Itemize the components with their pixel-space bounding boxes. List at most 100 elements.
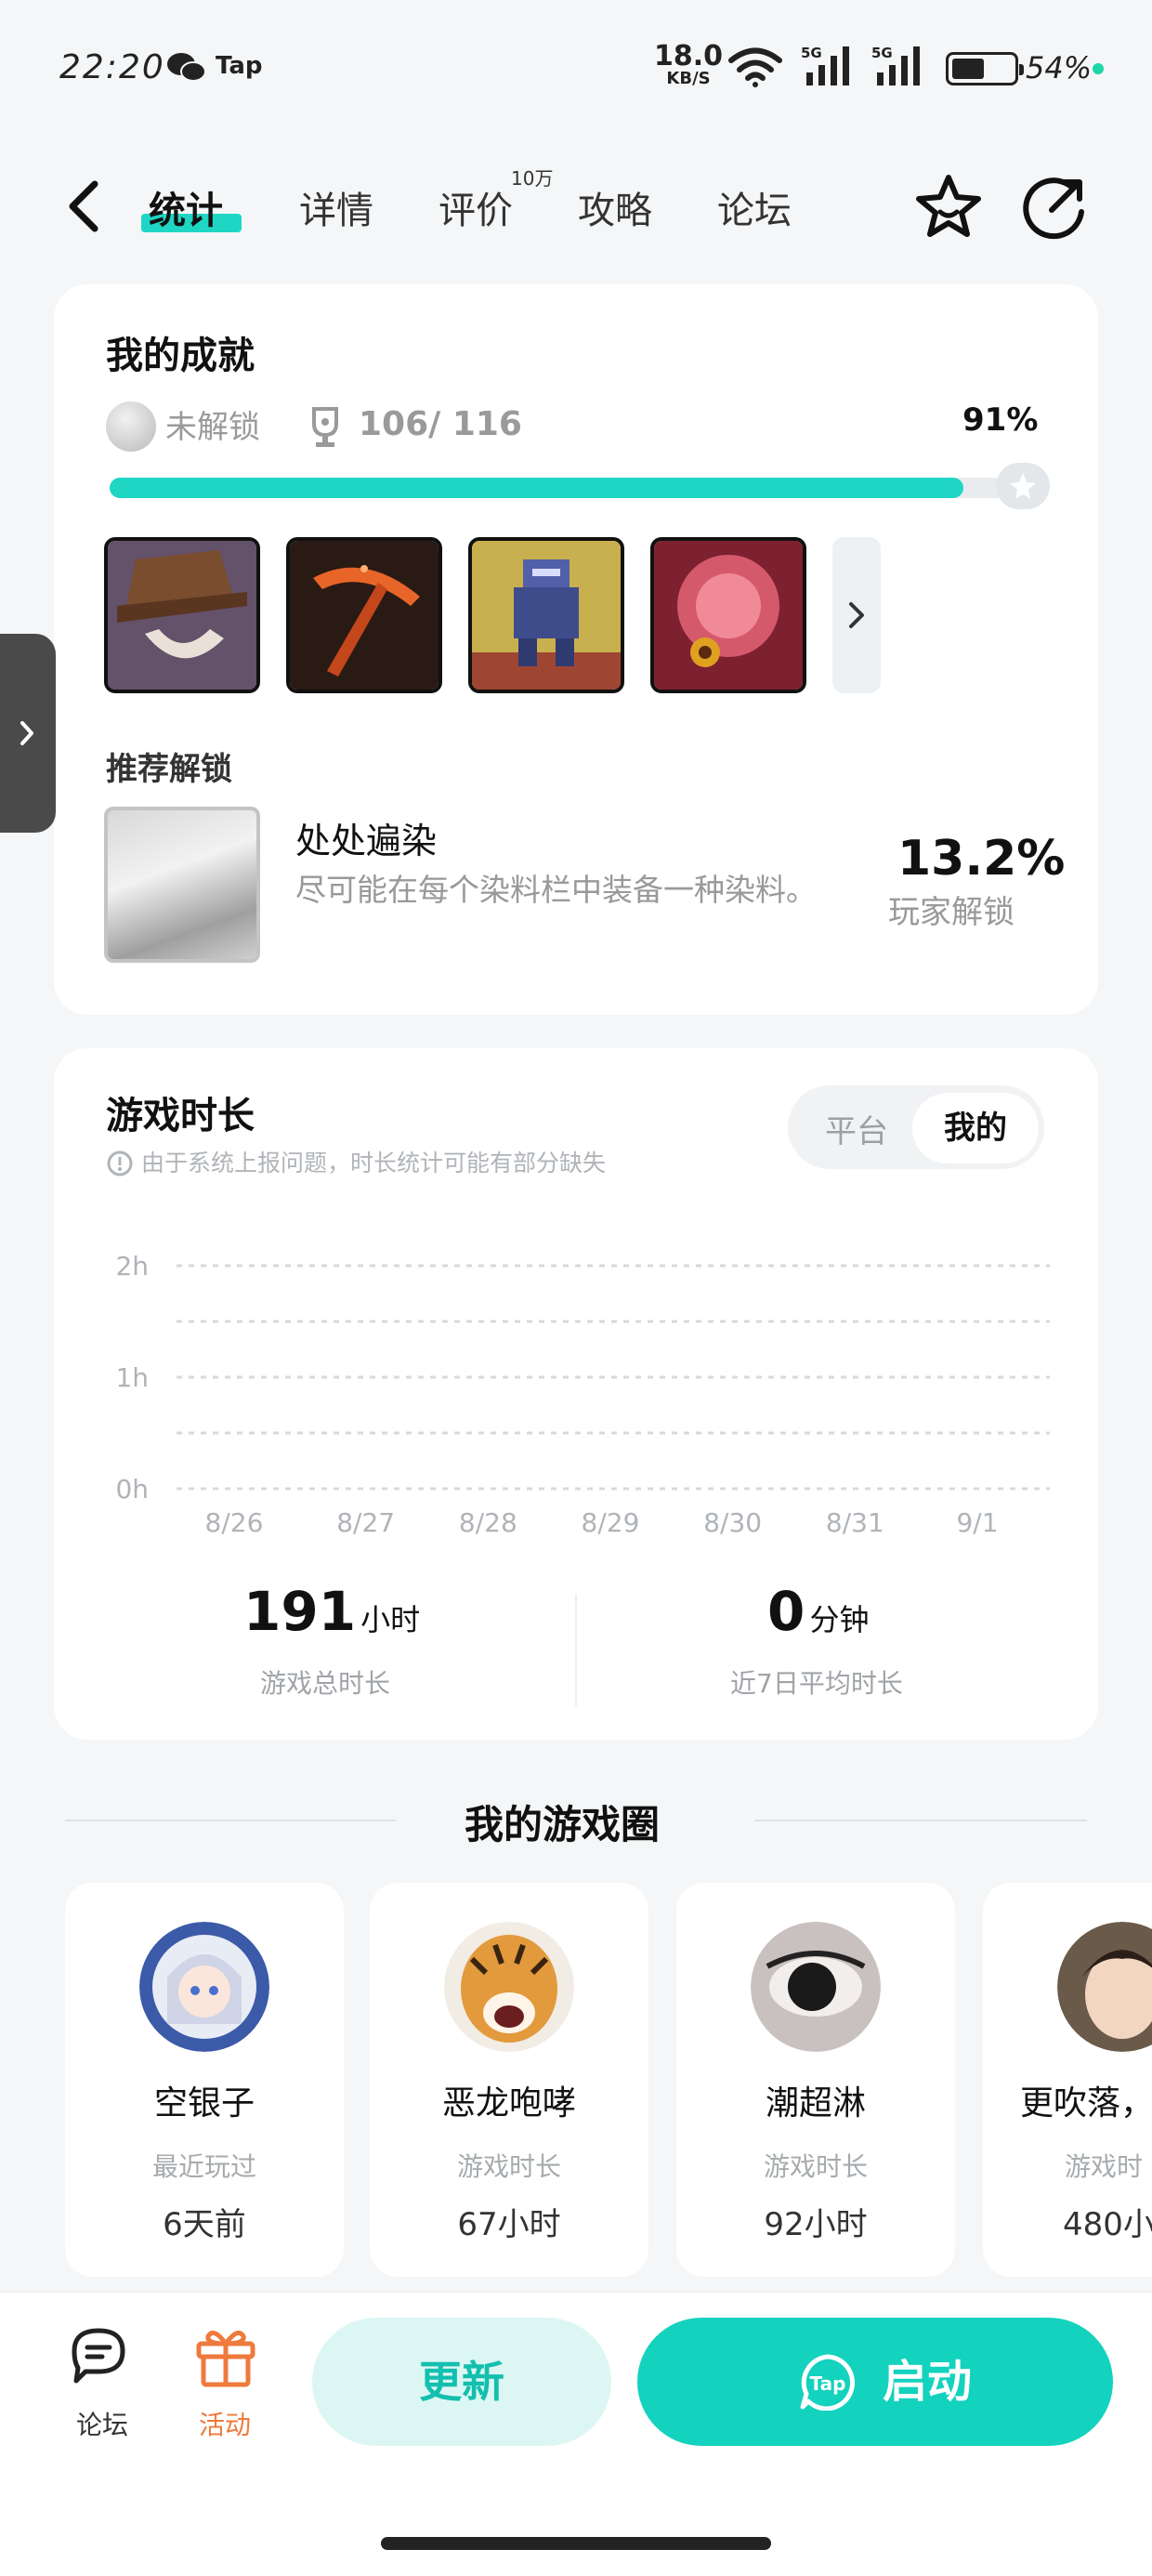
progress-end-knob [996, 463, 1050, 509]
achievement-thumb-hat[interactable] [104, 537, 260, 693]
eye-monster-achievement-icon [654, 541, 803, 690]
star-favorite-icon[interactable] [912, 171, 985, 243]
chart-y-tick-label: 1h [115, 1362, 149, 1393]
total-playtime: 191 小时 [243, 1580, 421, 1643]
trophy-icon [312, 407, 338, 447]
player-stat-label: 游戏时长 [456, 2151, 561, 2182]
tab-forum[interactable]: 论坛 [717, 180, 792, 234]
hat-achievement-icon [108, 541, 256, 690]
tap-notification-icon: Tap [216, 52, 263, 80]
signal-5g-icon: 5G [801, 45, 849, 85]
chart-x-tick-label: 8/29 [582, 1507, 640, 1538]
player-card[interactable]: 更吹落， 游戏时 480小 [983, 1883, 1152, 2277]
chevron-right-icon [849, 602, 864, 628]
side-drawer-tab[interactable] [0, 634, 56, 833]
achievement-thumb-knight[interactable] [468, 537, 624, 693]
achievement-thumb-eye[interactable] [650, 537, 806, 693]
start-game-button[interactable]: Tap 启动 [637, 2318, 1113, 2446]
player-name: 恶龙咆哮 [441, 2084, 576, 2123]
player-stat-label: 游戏时 [1065, 2151, 1144, 2182]
forum-chat-icon[interactable] [65, 2323, 136, 2388]
update-button[interactable]: 更新 [312, 2318, 611, 2446]
player-stat-value: 6天前 [163, 2206, 246, 2243]
chevron-right-icon [20, 721, 33, 745]
section-divider-right [754, 1820, 1087, 1821]
network-speed: 18.0 KB/S [654, 40, 724, 88]
avatar [139, 1922, 269, 2052]
tab-guides[interactable]: 攻略 [578, 180, 652, 234]
activity-label[interactable]: 活动 [199, 2405, 251, 2442]
player-stat-label: 最近玩过 [151, 2151, 256, 2182]
recommended-achievement-name[interactable]: 处处遍染 [295, 812, 437, 863]
chart-x-tick-label: 8/31 [826, 1507, 884, 1538]
knight-achievement-icon [472, 541, 621, 690]
battery-percent: 54% [1026, 50, 1093, 85]
playtime-chart: 2h 1h 0h 8/26 8/27 8/28 8/29 8/30 8/31 9/1 [115, 1251, 1050, 1538]
total-playtime-label: 游戏总时长 [260, 1668, 391, 1699]
recommended-unlock-label: 玩家解锁 [888, 894, 1015, 931]
back-arrow-icon[interactable] [63, 177, 104, 236]
toggle-mine[interactable]: 我的 [912, 1093, 1039, 1163]
player-stat-value: 92小时 [764, 2206, 868, 2243]
reviews-count-badge: 10万 [511, 167, 554, 190]
avatar [1057, 1922, 1152, 2052]
playtime-title: 游戏时长 [106, 1095, 255, 1137]
chart-x-tick-label: 8/27 [336, 1507, 395, 1538]
achievement-thumb-pickaxe[interactable] [286, 537, 442, 693]
playtime-note: 由于系统上报问题，时长统计可能有部分缺失 [106, 1145, 606, 1178]
achievement-progress-fill [110, 478, 963, 498]
achievements-title: 我的成就 [106, 335, 255, 377]
locked-label: 未解锁 [165, 409, 260, 446]
wifi-icon [728, 47, 782, 87]
player-stat-value: 67小时 [457, 2206, 561, 2243]
player-stat-label: 游戏时长 [763, 2151, 868, 2182]
home-indicator[interactable] [381, 2537, 771, 2550]
svg-text:5G: 5G [871, 45, 893, 61]
recommended-achievement-desc: 尽可能在每个染料栏中装备一种染料。 [295, 872, 817, 908]
pickaxe-achievement-icon [290, 541, 439, 690]
game-circle-title: 我的游戏圈 [465, 1802, 661, 1847]
battery-icon [946, 52, 1024, 85]
wechat-icon [167, 53, 206, 82]
locked-badge-icon [106, 401, 156, 452]
recommend-title: 推荐解锁 [106, 751, 232, 788]
chart-x-tick-label: 8/30 [703, 1507, 762, 1538]
player-name: 空银子 [153, 2084, 255, 2123]
avg-playtime: 0 分钟 [767, 1580, 870, 1643]
svg-text:5G: 5G [801, 45, 822, 61]
player-stat-value: 480小 [1063, 2206, 1152, 2243]
forum-label[interactable]: 论坛 [76, 2405, 128, 2442]
tab-stats[interactable]: 统计 [149, 180, 223, 234]
achievement-percent: 91% [962, 401, 1039, 439]
player-card[interactable]: 空银子 最近玩过 6天前 [65, 1883, 344, 2277]
share-icon[interactable] [1018, 173, 1091, 245]
recommended-achievement-icon[interactable] [104, 807, 260, 963]
recommended-unlock-rate: 13.2% [897, 831, 1066, 887]
avatar [751, 1922, 881, 2052]
achievement-count: 106/ 116 [359, 405, 522, 443]
chart-y-tick-label: 2h [115, 1251, 149, 1281]
toggle-platform[interactable]: 平台 [825, 1106, 888, 1151]
status-bar: 22:20 Tap 18.0 KB/S 5G 5G 54% [0, 0, 1152, 139]
avg-playtime-label: 近7日平均时长 [730, 1668, 903, 1699]
chart-x-tick-label: 8/26 [205, 1507, 264, 1538]
signal-5g-icon-2: 5G [871, 45, 920, 85]
stats-divider [575, 1595, 577, 1706]
player-card[interactable]: 恶龙咆哮 游戏时长 67小时 [370, 1883, 648, 2277]
avatar [444, 1922, 574, 2052]
player-card[interactable]: 潮超淋 游戏时长 92小时 [676, 1883, 955, 2277]
player-name: 潮超淋 [765, 2084, 866, 2123]
tap-logo-icon: Tap [800, 2354, 856, 2411]
tab-details[interactable]: 详情 [299, 180, 373, 234]
more-achievements-button[interactable] [832, 537, 881, 693]
chart-x-tick-label: 8/28 [459, 1507, 517, 1538]
svg-text:Tap: Tap [810, 2372, 846, 2395]
charging-dot [1093, 63, 1104, 74]
star-medal-icon [1010, 473, 1036, 499]
player-name: 更吹落， [1020, 2084, 1152, 2123]
info-icon [107, 1150, 133, 1176]
status-time: 22:20 [59, 48, 165, 86]
tab-reviews[interactable]: 评价 [439, 180, 513, 234]
gift-activity-icon[interactable] [193, 2321, 258, 2388]
chart-y-tick-label: 0h [115, 1474, 149, 1505]
